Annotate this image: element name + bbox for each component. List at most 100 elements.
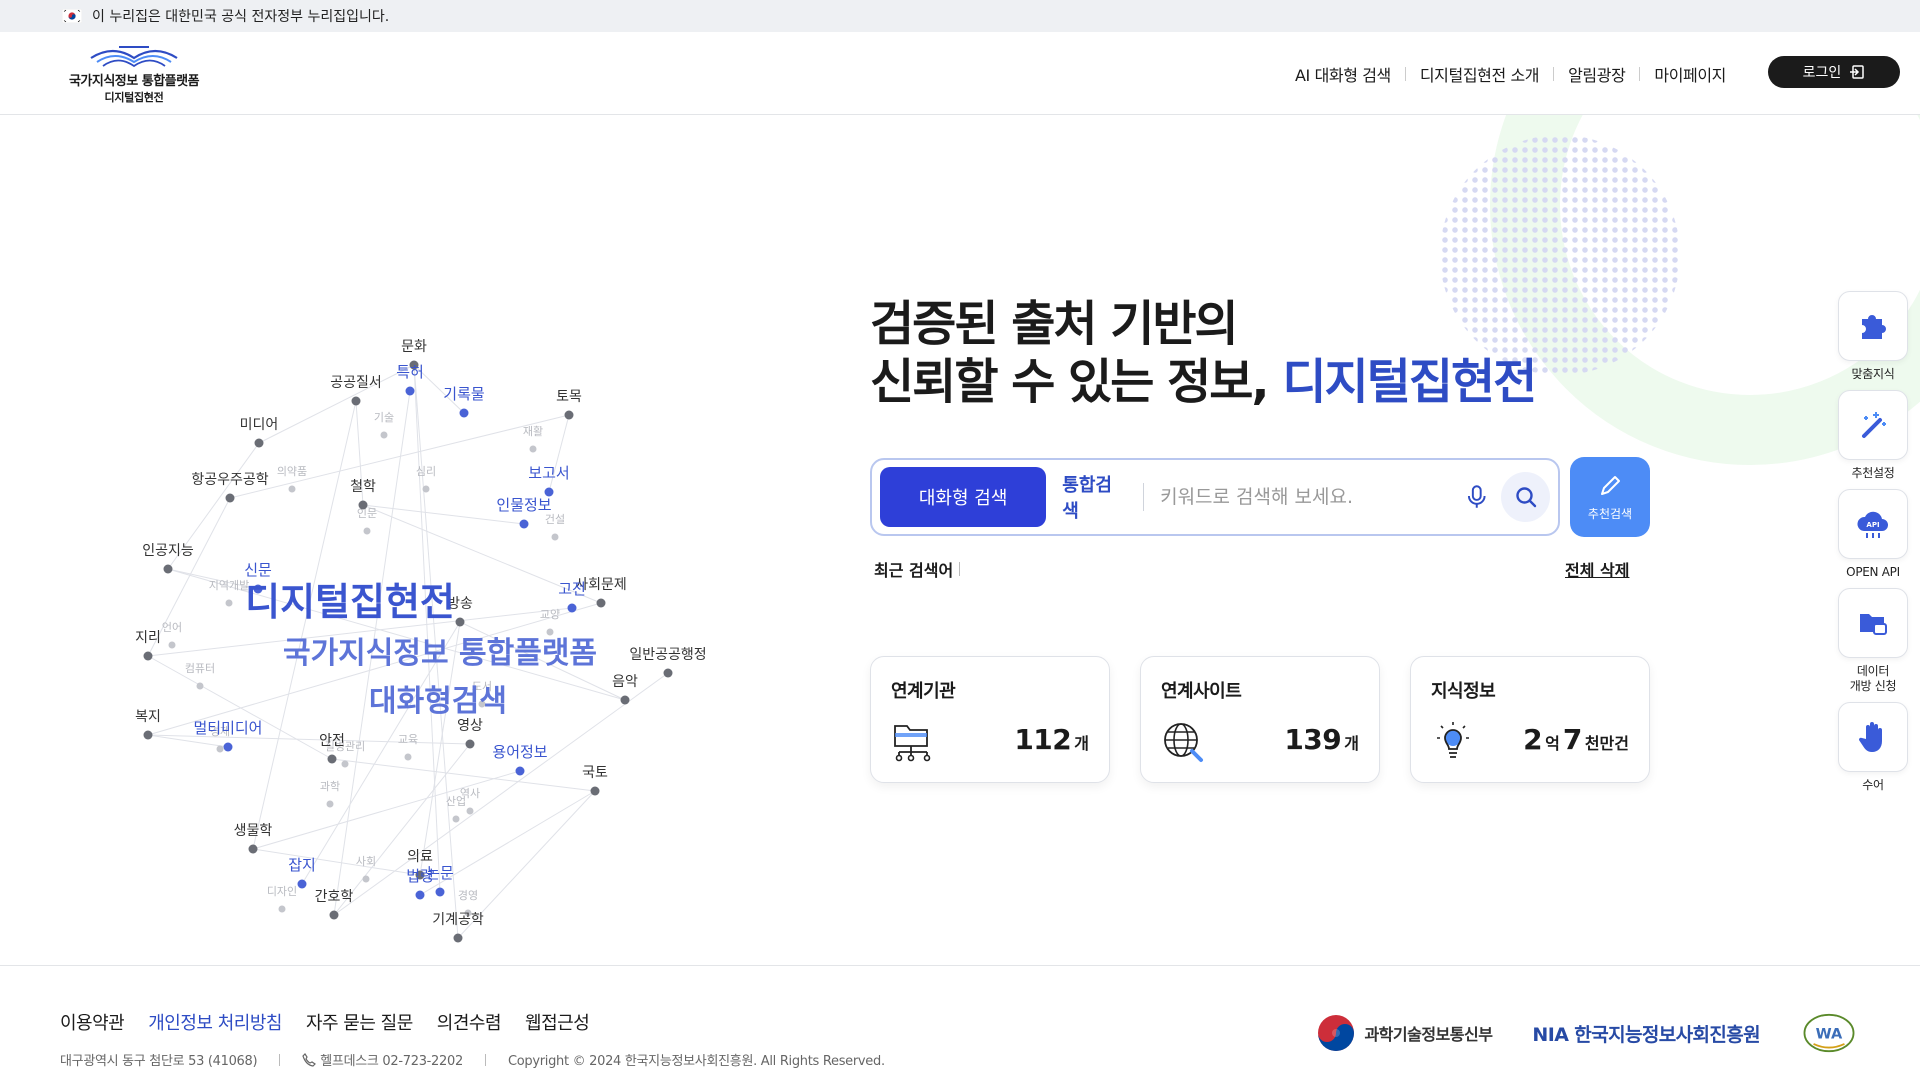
keyword-dark[interactable]: 철학: [350, 479, 376, 495]
stat-number: 139: [1284, 723, 1342, 756]
side-menu-recommend-settings[interactable]: 추천설정: [1838, 390, 1908, 481]
footer-link-terms[interactable]: 이용약관: [60, 1009, 125, 1035]
msit-logo[interactable]: 과학기술정보통신부: [1316, 1013, 1493, 1053]
footer-link-feedback[interactable]: 의견수렴: [437, 1009, 502, 1035]
microphone-icon[interactable]: [1466, 484, 1488, 510]
keyword-dark[interactable]: 영상: [457, 718, 483, 734]
keyword-faint[interactable]: 컴퓨터: [185, 662, 215, 675]
graph-node: [225, 493, 235, 503]
side-menu-button[interactable]: [1838, 291, 1908, 361]
keyword-blue[interactable]: 신문: [244, 561, 272, 579]
keyword-blue[interactable]: 용어정보: [492, 743, 547, 761]
keyword-dark[interactable]: 지리: [135, 630, 161, 646]
sign-language-hand-icon: [1858, 722, 1882, 752]
side-menu-label: 맞춤지식: [1851, 367, 1895, 381]
keyword-blue[interactable]: 인물정보: [496, 496, 551, 514]
search-input[interactable]: [1160, 486, 1454, 508]
side-menu-custom-knowledge[interactable]: 맞춤지식: [1838, 291, 1908, 382]
nav-mypage[interactable]: 마이페이지: [1640, 62, 1740, 86]
keyword-faint[interactable]: 지역개발: [209, 579, 249, 592]
stat-card-sites[interactable]: 연계사이트 139 개: [1140, 656, 1380, 783]
msit-label: 과학기술정보통신부: [1364, 1025, 1493, 1044]
side-menu-open-api[interactable]: API OPEN API: [1838, 489, 1908, 580]
keyword-faint[interactable]: 의약품: [277, 464, 307, 478]
graph-node: [225, 599, 233, 607]
side-menu-button[interactable]: API: [1838, 489, 1908, 559]
login-button[interactable]: 로그인: [1768, 56, 1900, 88]
nia-logo[interactable]: NIA 한국지능정보사회진흥원: [1532, 1020, 1760, 1047]
keyword-blue[interactable]: 기록물: [443, 385, 484, 403]
keyword-blue[interactable]: 보고서: [528, 464, 569, 482]
keyword-faint[interactable]: 인문: [357, 507, 377, 520]
tab-conversational-search[interactable]: 대화형 검색: [880, 467, 1047, 527]
footer-link-accessibility[interactable]: 웹접근성: [525, 1009, 590, 1035]
search-bar: 대화형 검색 통합검색: [870, 458, 1560, 536]
keyword-faint[interactable]: 기술: [374, 411, 394, 424]
nav-notice[interactable]: 알림광장: [1554, 62, 1639, 86]
stat-card-knowledge[interactable]: 지식정보 2 억 7 천만건: [1410, 656, 1650, 783]
nav-about[interactable]: 디지털집현전 소개: [1406, 62, 1553, 86]
keyword-faint[interactable]: 건설: [545, 513, 565, 526]
keyword-dark[interactable]: 항공우주공학: [191, 472, 268, 488]
keyword-faint[interactable]: 언어: [162, 621, 182, 634]
keyword-faint[interactable]: 디자인: [267, 885, 297, 898]
keyword-dark[interactable]: 국토: [582, 765, 608, 781]
keyword-dark[interactable]: 기계공학: [432, 912, 484, 928]
graph-node: [564, 410, 574, 420]
graph-node: [196, 682, 204, 690]
keyword-faint[interactable]: 교육: [398, 733, 418, 746]
tab-unified-search[interactable]: 통합검색: [1062, 471, 1127, 523]
footer-divider: [484, 1053, 486, 1066]
keyword-dark[interactable]: 간호학: [315, 889, 354, 905]
keyword-dark[interactable]: 문화: [401, 339, 427, 355]
keyword-dark[interactable]: 미디어: [240, 417, 279, 433]
keyword-faint[interactable]: 경영: [458, 889, 478, 902]
keyword-blue[interactable]: 특허: [396, 363, 424, 381]
side-menu-button[interactable]: [1838, 702, 1908, 772]
clear-all-button[interactable]: 전체 삭제: [1565, 557, 1629, 581]
footer-link-faq[interactable]: 자주 묻는 질문: [306, 1009, 413, 1035]
keyword-faint[interactable]: 재활: [523, 424, 543, 438]
keyword-dark[interactable]: 토목: [556, 389, 582, 405]
globe-search-icon: [1164, 723, 1203, 762]
footer-link-privacy[interactable]: 개인정보 처리방침: [148, 1009, 282, 1035]
graph-node: [519, 519, 529, 529]
keyword-center[interactable]: 디지털집현전: [245, 580, 455, 624]
keyword-dark[interactable]: 의료: [407, 849, 433, 865]
recommend-search-button[interactable]: 추천검색: [1570, 457, 1650, 537]
site-logo[interactable]: 국가지식정보 통합플랫폼 디지털집현전: [58, 42, 210, 106]
keyword-dark[interactable]: 공공질서: [330, 375, 382, 391]
keyword-dark[interactable]: 인공지능: [142, 543, 194, 559]
keyword-dark[interactable]: 안전: [319, 733, 345, 749]
stat-card-institutions[interactable]: 연계기관 112 개: [870, 656, 1110, 783]
graph-node: [223, 742, 233, 752]
keyword-dark[interactable]: 생물학: [234, 823, 273, 839]
graph-node: [452, 815, 460, 823]
side-menu-sign-language[interactable]: 수어: [1838, 702, 1908, 793]
keyword-faint[interactable]: 과학: [320, 780, 340, 793]
web-accessibility-mark-icon[interactable]: WA: [1800, 1013, 1858, 1053]
side-menu-button[interactable]: [1838, 390, 1908, 460]
keyword-dark[interactable]: 일반공공행정: [629, 647, 706, 663]
keyword-faint[interactable]: 심리: [416, 465, 436, 478]
keyword-dark[interactable]: 음악: [612, 674, 638, 690]
nav-ai-search[interactable]: AI 대화형 검색: [1281, 62, 1405, 86]
keyword-faint[interactable]: 교양: [540, 608, 560, 621]
keyword-center[interactable]: 국가지식정보 통합플랫폼: [283, 636, 597, 671]
graph-node: [329, 910, 339, 920]
keyword-blue[interactable]: 멀티미디어: [193, 719, 262, 737]
gov-banner-text: 이 누리집은 대한민국 공식 전자정부 누리집입니다.: [92, 9, 390, 25]
side-menu-label: 수어: [1862, 778, 1884, 792]
keyword-blue[interactable]: 고전: [558, 580, 586, 598]
keyword-faint[interactable]: 역사: [460, 787, 480, 800]
graph-edge: [147, 655, 333, 760]
keyword-blue[interactable]: 논문: [426, 864, 454, 882]
keyword-faint[interactable]: 사회: [356, 855, 376, 868]
keyword-center[interactable]: 대화형검색: [369, 684, 507, 719]
graph-node: [596, 598, 606, 608]
keyword-blue[interactable]: 잡지: [288, 856, 316, 874]
keyword-dark[interactable]: 복지: [135, 709, 161, 725]
side-menu-data-open-request[interactable]: 데이터 개방 신청: [1838, 588, 1908, 694]
search-button[interactable]: [1501, 472, 1550, 522]
side-menu-button[interactable]: [1838, 588, 1908, 658]
